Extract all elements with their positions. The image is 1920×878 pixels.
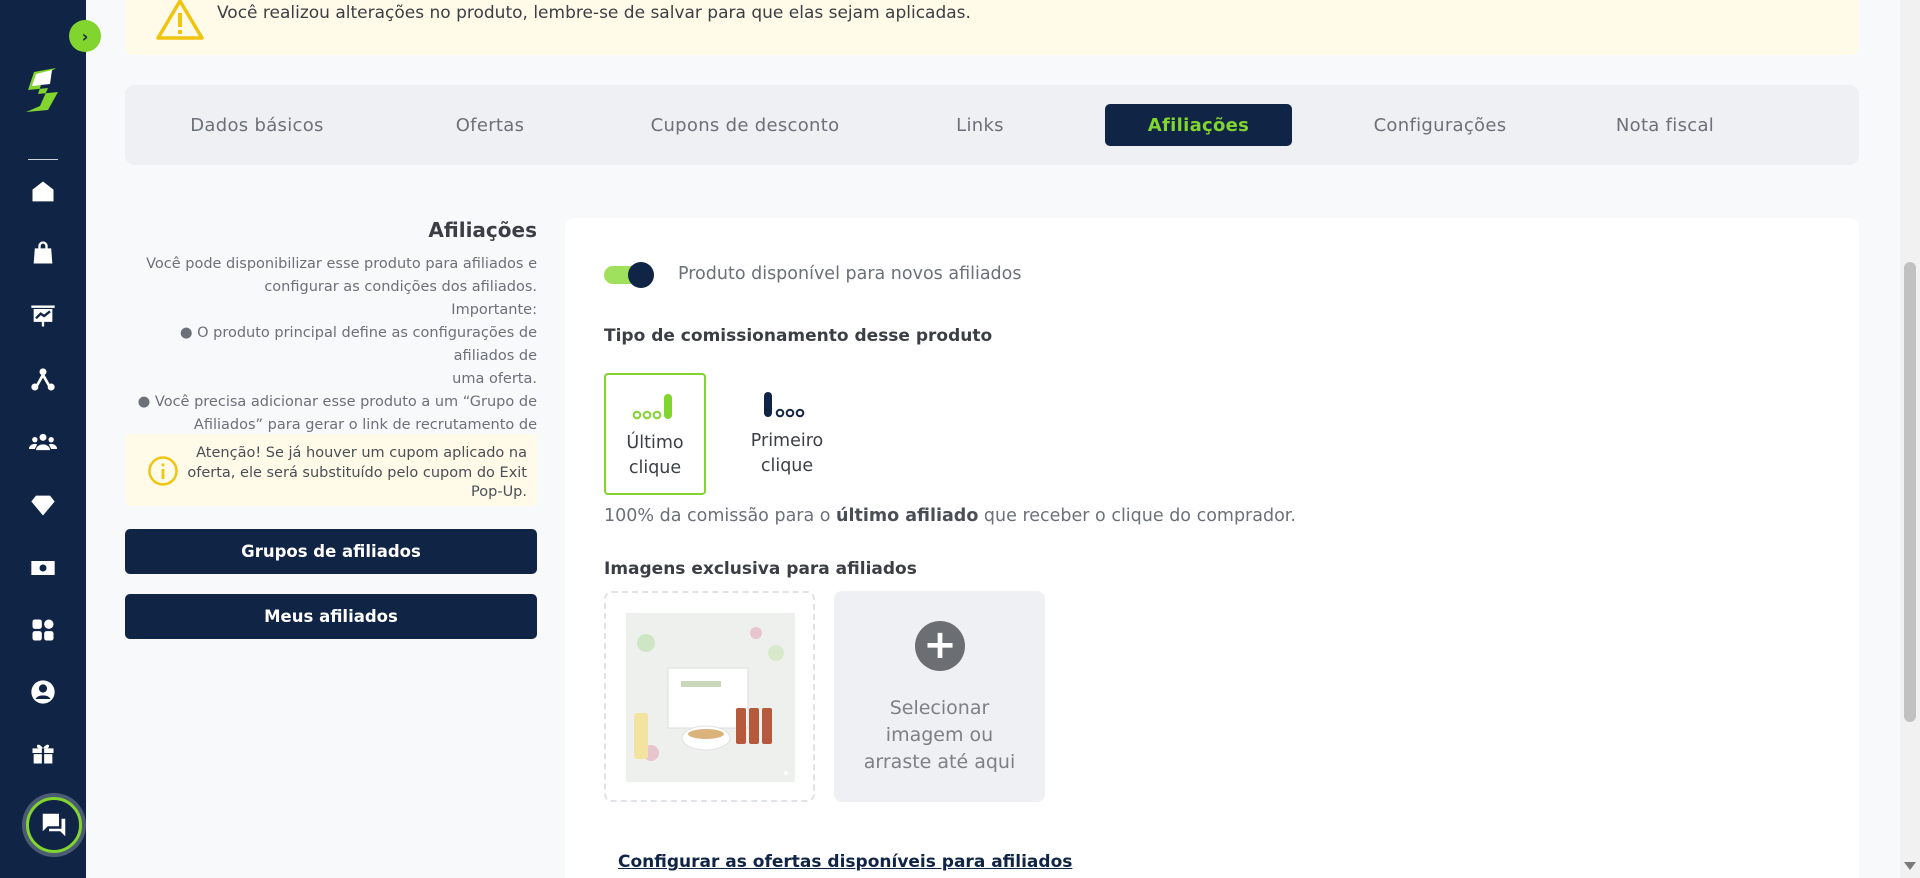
money-icon bbox=[31, 561, 55, 575]
option-label-line: clique bbox=[628, 458, 682, 478]
option-label-line: Primeiro bbox=[750, 431, 824, 451]
sidebar-item-products[interactable] bbox=[27, 237, 59, 269]
sidebar-item-account[interactable] bbox=[27, 676, 59, 708]
coupon-notice: Atenção! Se já houver um cupom aplicado … bbox=[125, 434, 537, 506]
logo[interactable] bbox=[22, 66, 64, 116]
desc-line: Você pode disponibilizar esse produto pa… bbox=[146, 256, 537, 272]
home-icon bbox=[32, 181, 54, 202]
sidebar-item-members[interactable] bbox=[27, 426, 59, 458]
available-for-affiliates-toggle[interactable] bbox=[604, 262, 654, 288]
affiliate-groups-button[interactable]: Grupos de afiliados bbox=[125, 529, 537, 574]
unsaved-changes-banner: Você realizou alterações no produto, lem… bbox=[125, 0, 1859, 55]
diamond-icon bbox=[31, 495, 55, 516]
chat-icon bbox=[42, 813, 66, 837]
commission-description: 100% da comissão para o último afiliado … bbox=[604, 506, 1296, 526]
commission-option-last-click[interactable]: Último clique bbox=[604, 373, 706, 495]
tab-links[interactable]: Links bbox=[925, 104, 1035, 146]
presentation-chart-icon bbox=[31, 305, 55, 327]
option-label: Primeiro clique bbox=[736, 429, 838, 479]
product-photo bbox=[626, 613, 795, 782]
first-click-icon bbox=[764, 392, 805, 418]
upload-text-line: arraste até aqui bbox=[863, 751, 1016, 773]
tab-configuracoes[interactable]: Configurações bbox=[1345, 104, 1535, 146]
sidebar-item-apps[interactable] bbox=[27, 614, 59, 646]
desc-line: Importante: bbox=[451, 302, 537, 318]
option-label-line: clique bbox=[760, 456, 814, 476]
section-description: Você pode disponibilizar esse produto pa… bbox=[125, 253, 537, 460]
banner-message: Você realizou alterações no produto, lem… bbox=[217, 2, 971, 23]
my-affiliates-button[interactable]: Meus afiliados bbox=[125, 594, 537, 639]
image-upload-dropzone[interactable]: + Selecionar imagem ou arraste até aqui bbox=[834, 591, 1045, 802]
warning-triangle-icon bbox=[156, 0, 204, 40]
tab-ofertas[interactable]: Ofertas bbox=[425, 104, 555, 146]
commission-highlight: último afiliado bbox=[836, 506, 979, 526]
desc-line: ● Você precisa adicionar esse produto a … bbox=[137, 394, 537, 410]
desc-line: ● O produto principal define as configur… bbox=[179, 325, 537, 364]
sidebar-item-reports[interactable] bbox=[27, 300, 59, 332]
network-icon bbox=[31, 368, 55, 391]
scrollbar-thumb[interactable] bbox=[1904, 262, 1916, 722]
gift-icon bbox=[32, 744, 54, 764]
desc-line: uma oferta. bbox=[452, 371, 537, 387]
sidebar-expand-toggle[interactable]: › bbox=[69, 20, 101, 52]
product-image-thumbnail[interactable] bbox=[626, 613, 795, 782]
upload-text-line: imagem ou bbox=[885, 724, 994, 746]
sidebar-item-premium[interactable] bbox=[27, 489, 59, 521]
plus-icon: + bbox=[915, 621, 965, 671]
users-group-icon bbox=[29, 433, 57, 451]
section-title: Afiliações bbox=[428, 218, 537, 242]
tab-cupons[interactable]: Cupons de desconto bbox=[625, 104, 865, 146]
tab-afiliacoes[interactable]: Afiliações bbox=[1105, 104, 1292, 146]
tab-nota-fiscal[interactable]: Nota fiscal bbox=[1585, 104, 1745, 146]
shopping-bag-icon bbox=[33, 241, 53, 264]
page-scrollbar[interactable] bbox=[1900, 0, 1920, 878]
desc-line: configurar as condições dos afiliados. bbox=[264, 279, 537, 295]
upload-text: Selecionar imagem ou arraste até aqui bbox=[844, 695, 1035, 776]
sidebar-item-rewards[interactable] bbox=[27, 737, 59, 769]
sidebar-item-affiliates[interactable] bbox=[27, 364, 59, 396]
configure-affiliate-offers-link[interactable]: Configurar as ofertas disponíveis para a… bbox=[618, 852, 1072, 872]
commission-text: que receber o clique do comprador. bbox=[978, 506, 1296, 526]
affiliate-images-title: Imagens exclusiva para afiliados bbox=[604, 559, 917, 579]
option-label: Último clique bbox=[606, 431, 704, 481]
commission-type-title: Tipo de comissionamento desse produto bbox=[604, 326, 993, 346]
apps-grid-icon bbox=[32, 619, 54, 641]
commission-option-first-click[interactable]: Primeiro clique bbox=[736, 373, 838, 495]
tab-dados-basicos[interactable]: Dados básicos bbox=[163, 104, 351, 146]
sidebar-divider bbox=[28, 159, 58, 160]
commission-text: 100% da comissão para o bbox=[604, 506, 837, 526]
scroll-down-arrow-icon[interactable] bbox=[1904, 862, 1916, 870]
user-circle-icon bbox=[31, 680, 55, 704]
affiliate-image-slot[interactable] bbox=[604, 591, 815, 802]
sidebar: › bbox=[0, 0, 101, 878]
info-circle-icon bbox=[148, 456, 178, 486]
sidebar-item-finance[interactable] bbox=[27, 552, 59, 584]
chevron-right-icon: › bbox=[81, 26, 89, 46]
chat-button[interactable] bbox=[26, 797, 82, 853]
upload-text-line: Selecionar bbox=[889, 697, 990, 719]
product-tabs: Dados básicos Ofertas Cupons de desconto… bbox=[125, 85, 1859, 165]
last-click-icon bbox=[632, 394, 672, 420]
option-label-line: Último bbox=[626, 433, 684, 453]
notice-text: Atenção! Se já houver um cupom aplicado … bbox=[187, 445, 527, 500]
sidebar-item-home[interactable] bbox=[27, 176, 59, 208]
toggle-label: Produto disponível para novos afiliados bbox=[678, 264, 1022, 284]
toggle-knob bbox=[628, 262, 654, 288]
